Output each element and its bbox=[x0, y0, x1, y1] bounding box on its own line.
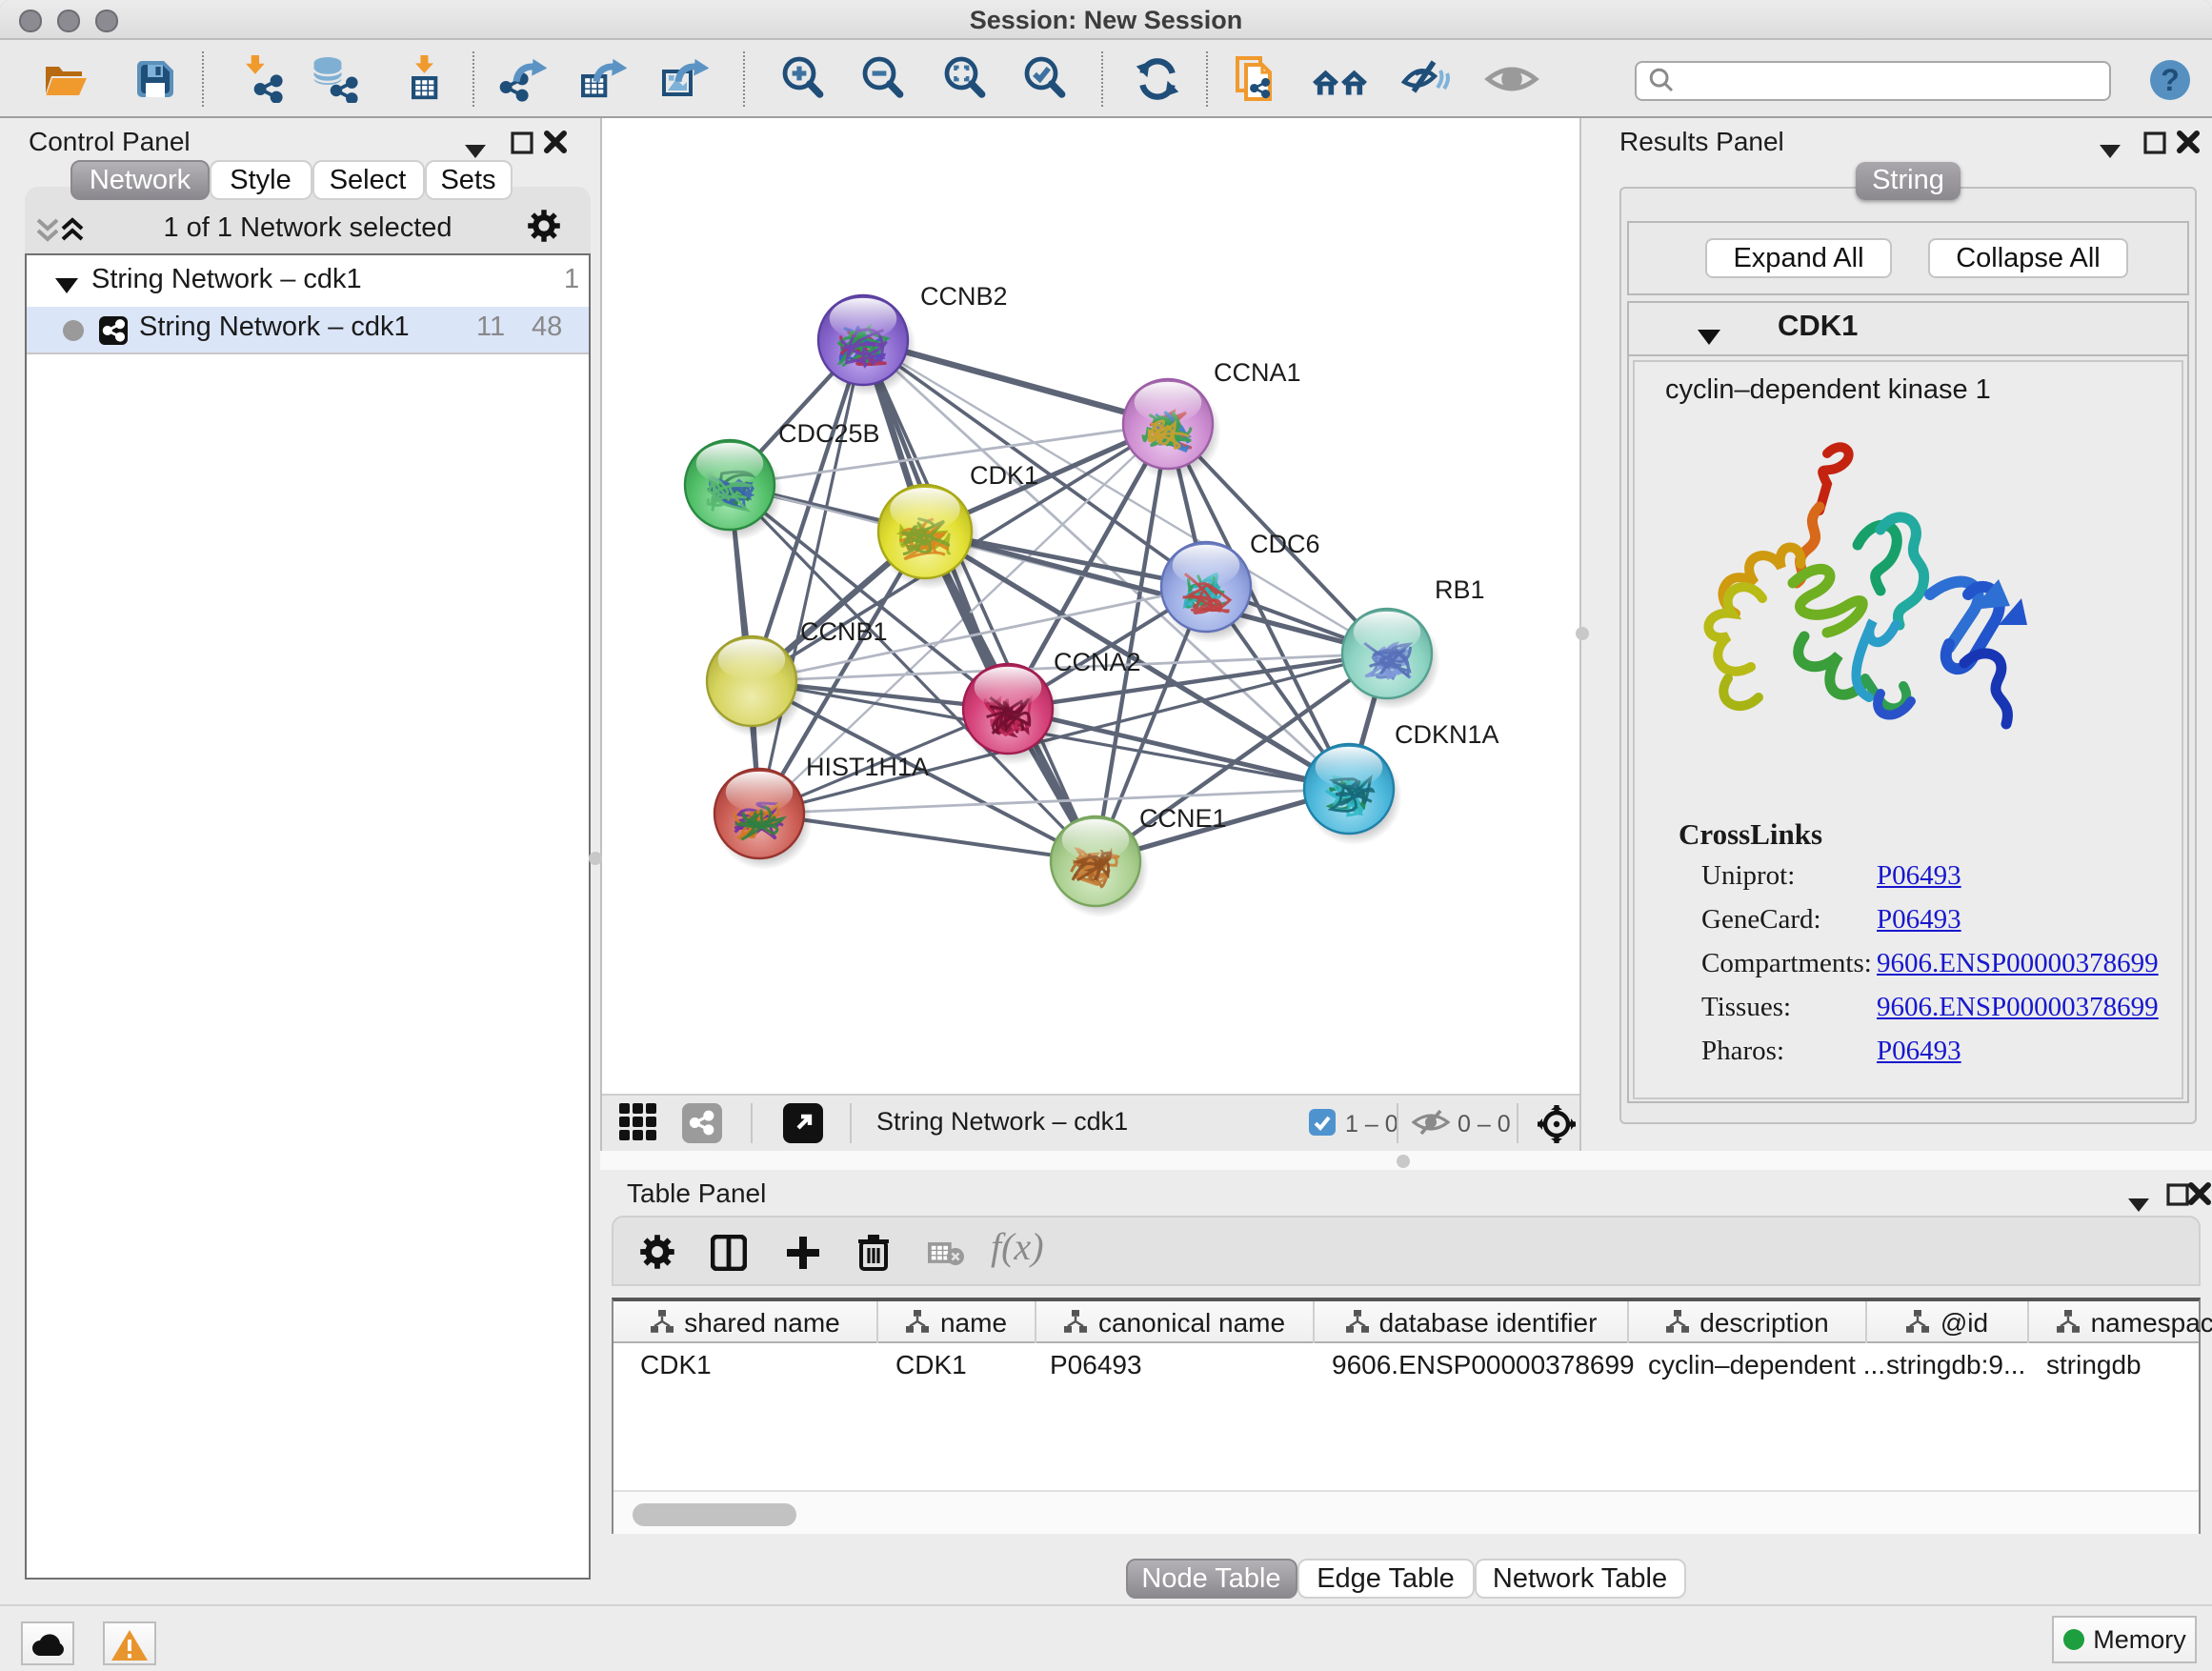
svg-text:CCNA2: CCNA2 bbox=[1054, 648, 1141, 676]
svg-text:RB1: RB1 bbox=[1435, 575, 1485, 604]
svg-text:CDC25B: CDC25B bbox=[778, 419, 880, 448]
svg-text:CDKN1A: CDKN1A bbox=[1395, 720, 1499, 749]
svg-text:CCNA1: CCNA1 bbox=[1214, 358, 1301, 387]
svg-text:CCNB1: CCNB1 bbox=[800, 617, 888, 646]
svg-text:CCNB2: CCNB2 bbox=[920, 282, 1008, 311]
svg-text:?: ? bbox=[2161, 62, 2180, 96]
svg-text:CCNE1: CCNE1 bbox=[1139, 804, 1227, 833]
svg-text:CDC6: CDC6 bbox=[1250, 530, 1320, 558]
svg-text:CDK1: CDK1 bbox=[970, 461, 1038, 490]
svg-text:HIST1H1A: HIST1H1A bbox=[806, 753, 929, 781]
